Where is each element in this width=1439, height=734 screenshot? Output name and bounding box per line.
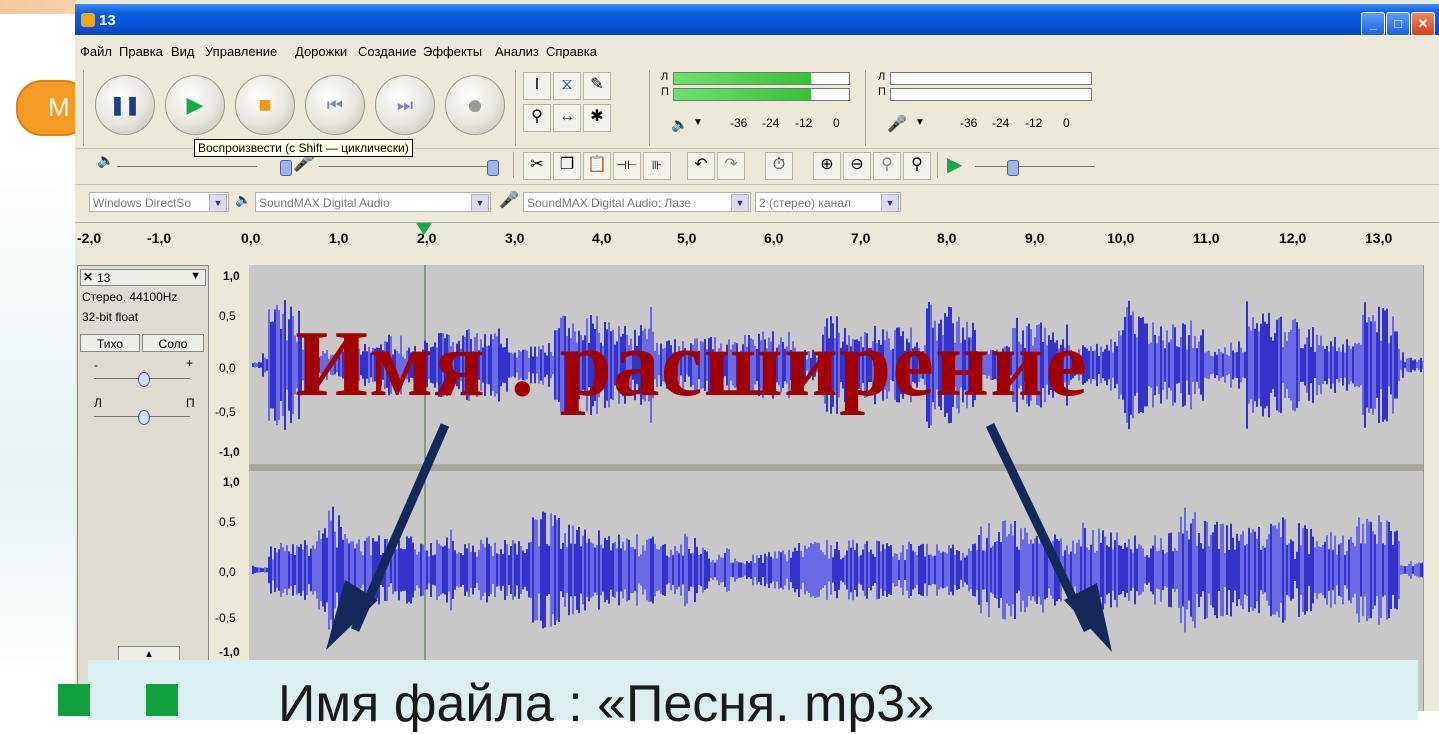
arrows-overlay (326, 423, 1112, 652)
bullet-square (58, 684, 90, 716)
caption-box: Имя файла : «Песня. mp3» (58, 660, 1418, 733)
caption-text: Имя файла : «Песня. mp3» (278, 675, 935, 733)
bullet-square (146, 684, 178, 716)
